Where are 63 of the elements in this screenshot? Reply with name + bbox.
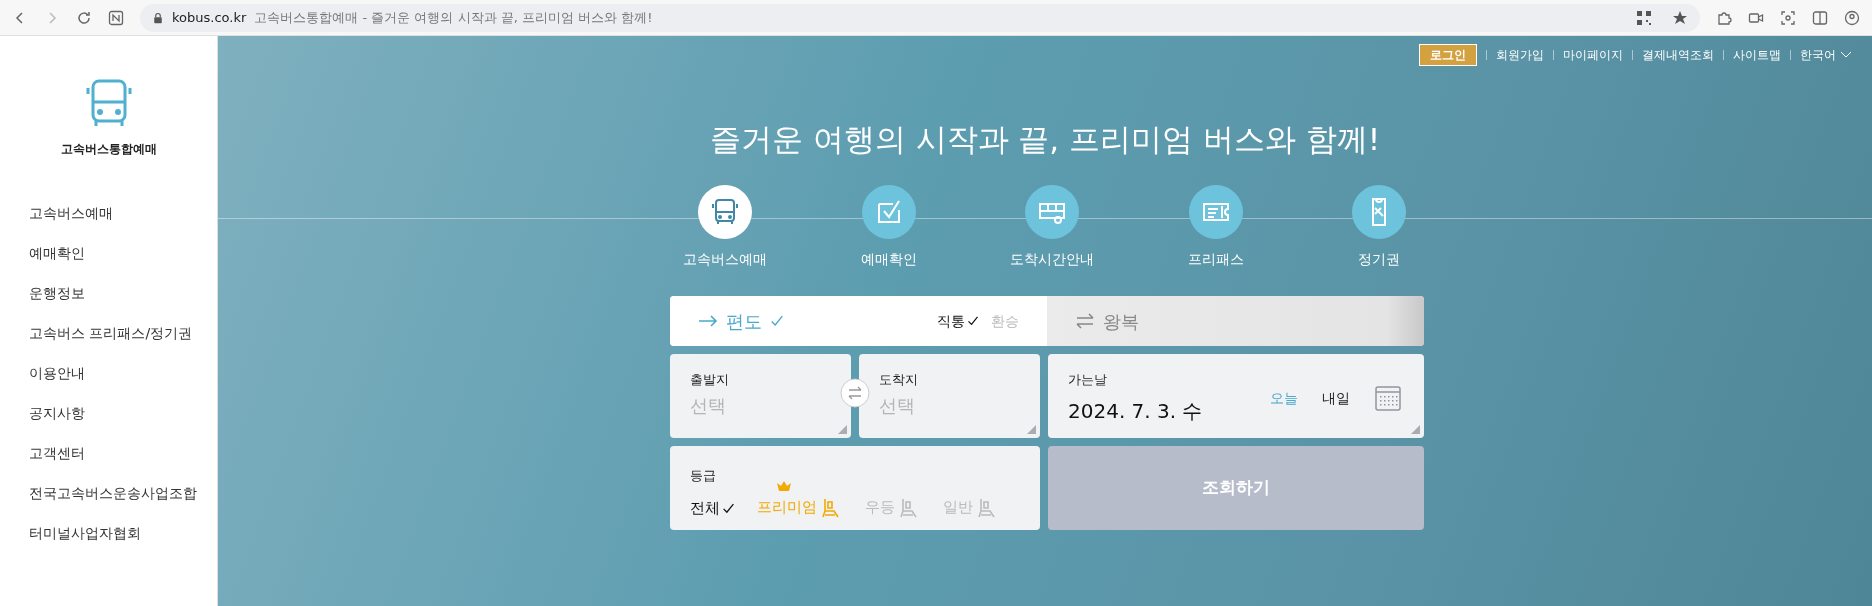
sidebar-menu-item[interactable]: 이용안내 bbox=[29, 362, 217, 384]
headline: 즐거운 여행의 시작과 끝, 프리미엄 버스와 함께! bbox=[708, 120, 1382, 159]
field-label: 등급 bbox=[690, 467, 716, 485]
date-value: 2024. 7. 3. 수 bbox=[1068, 397, 1203, 425]
quick-date-button[interactable]: 오늘 bbox=[1270, 387, 1298, 409]
top-nav-link[interactable]: 결제내역조회 bbox=[1642, 46, 1714, 64]
grade-option[interactable]: 전체 bbox=[690, 497, 735, 520]
lock-icon bbox=[152, 11, 164, 24]
service-tab[interactable]: 도착시간안내 bbox=[992, 185, 1112, 270]
corner-triangle-icon bbox=[838, 425, 847, 434]
sidebar-toggle-icon[interactable] bbox=[1812, 9, 1828, 26]
location-input[interactable]: 선택 bbox=[690, 391, 810, 419]
field-label: 가는날 bbox=[1068, 371, 1108, 389]
sidebar-menu-item[interactable]: 예매확인 bbox=[29, 242, 217, 264]
login-button[interactable]: 로그인 bbox=[1419, 44, 1477, 66]
corner-triangle-icon bbox=[1411, 425, 1420, 434]
logo-text: 고속버스통합예매 bbox=[61, 141, 157, 158]
qr-code-icon[interactable] bbox=[1636, 9, 1652, 26]
address-bar[interactable]: kobus.co.kr 고속버스통합예매 - 즐거운 여행의 시작과 끝, 프리미엄 버스와 함께! bbox=[140, 3, 1700, 32]
chevron-down-icon bbox=[1840, 51, 1852, 59]
reload-icon[interactable] bbox=[76, 9, 92, 26]
check-icon bbox=[770, 314, 784, 328]
field-label: 출발지 bbox=[690, 371, 729, 389]
sidebar-menu-item[interactable]: 터미널사업자협회 bbox=[29, 522, 217, 544]
sidebar-menu-item[interactable]: 고속버스예매 bbox=[29, 202, 217, 224]
service-tab[interactable]: 고속버스예매 bbox=[665, 185, 785, 270]
page-title: 고속버스통합예매 - 즐거운 여행의 시작과 끝, 프리미엄 버스와 함께! bbox=[254, 8, 653, 27]
star-icon[interactable] bbox=[1672, 9, 1688, 26]
top-nav-link[interactable]: 마이페이지 bbox=[1563, 46, 1623, 64]
sidebar-menu-item[interactable]: 운행정보 bbox=[29, 282, 217, 304]
profile-icon[interactable] bbox=[1844, 9, 1860, 26]
top-nav-link[interactable]: 회원가입 bbox=[1496, 46, 1544, 64]
swap-circle-icon[interactable] bbox=[840, 378, 870, 408]
swap-arrows-icon bbox=[1075, 313, 1095, 329]
top-nav-link[interactable]: 사이트맵 bbox=[1733, 46, 1781, 64]
calendar-icon[interactable] bbox=[1374, 384, 1402, 412]
sidebar-menu-item[interactable]: 고속버스 프리패스/정기권 bbox=[29, 322, 217, 344]
language-dropdown[interactable]: 한국어 bbox=[1800, 46, 1852, 64]
url-domain: kobus.co.kr bbox=[172, 8, 247, 27]
service-tab[interactable]: 예매확인 bbox=[828, 185, 949, 270]
sidebar-menu-item[interactable]: 고객센터 bbox=[29, 442, 217, 464]
service-tab[interactable]: 프리패스 bbox=[1155, 185, 1276, 270]
check-icon bbox=[722, 501, 735, 515]
extension-icon[interactable] bbox=[1716, 9, 1732, 26]
quick-date-button[interactable]: 내일 bbox=[1322, 387, 1350, 409]
check-icon bbox=[967, 315, 979, 327]
trip-type-tab[interactable]: 왕복 bbox=[1047, 296, 1424, 346]
sidebar-menu-item[interactable]: 공지사항 bbox=[29, 402, 217, 424]
service-tab[interactable]: 정기권 bbox=[1319, 185, 1439, 270]
n-logo-icon[interactable] bbox=[108, 9, 124, 26]
route-option[interactable]: 환승 bbox=[991, 310, 1019, 332]
route-option[interactable]: 직통 bbox=[937, 310, 979, 332]
date-field[interactable]: 가는날 2024. 7. 3. 수 오늘 내일 bbox=[1048, 354, 1424, 438]
screenshot-icon[interactable] bbox=[1780, 9, 1796, 26]
location-input[interactable]: 선택 bbox=[879, 391, 999, 419]
location-field[interactable]: 도착지 선택 bbox=[859, 354, 1040, 438]
field-label: 도착지 bbox=[879, 371, 918, 389]
location-field[interactable]: 출발지 선택 bbox=[670, 354, 851, 438]
corner-triangle-icon bbox=[1027, 425, 1036, 434]
arrow-right-icon bbox=[698, 315, 718, 327]
sidebar-menu-item[interactable]: 전국고속버스운송사업조합 bbox=[29, 482, 217, 504]
crown-icon bbox=[776, 479, 792, 492]
search-button[interactable]: 조회하기 bbox=[1048, 446, 1424, 530]
